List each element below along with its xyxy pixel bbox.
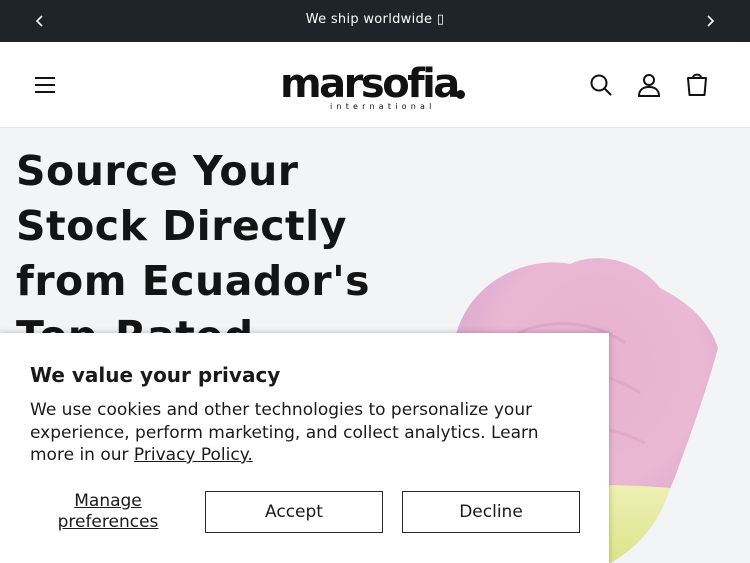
site-header: marsofia international bbox=[0, 42, 750, 128]
accept-button[interactable]: Accept bbox=[205, 491, 383, 533]
announcement-emoji: ▯ bbox=[436, 12, 445, 27]
cookie-body-text: We use cookies and other technologies to… bbox=[30, 400, 539, 465]
cookie-banner: We value your privacy We use cookies and… bbox=[0, 333, 609, 563]
cart-icon[interactable] bbox=[684, 72, 710, 98]
chevron-right-icon[interactable] bbox=[702, 13, 718, 29]
menu-icon[interactable] bbox=[33, 74, 57, 96]
manage-preferences-link[interactable]: Manage preferences bbox=[52, 491, 164, 533]
account-icon[interactable] bbox=[636, 72, 662, 98]
cookie-title: We value your privacy bbox=[30, 363, 281, 387]
cookie-body: We use cookies and other technologies to… bbox=[30, 399, 570, 467]
logo-subtitle: international bbox=[330, 102, 436, 111]
privacy-policy-link[interactable]: Privacy Policy. bbox=[134, 445, 253, 465]
logo-dot bbox=[456, 90, 465, 99]
announcement-text: We ship worldwide ▯ bbox=[0, 12, 750, 27]
announcement-message: We ship worldwide bbox=[305, 12, 437, 27]
decline-button[interactable]: Decline bbox=[402, 491, 580, 533]
logo-wordmark: marsofia bbox=[280, 61, 460, 107]
search-icon[interactable] bbox=[588, 72, 614, 98]
announcement-bar: We ship worldwide ▯ bbox=[0, 0, 750, 42]
logo[interactable]: marsofia international bbox=[280, 62, 470, 112]
hero-title: Source Your Stock Directly from Ecuador'… bbox=[16, 147, 371, 360]
